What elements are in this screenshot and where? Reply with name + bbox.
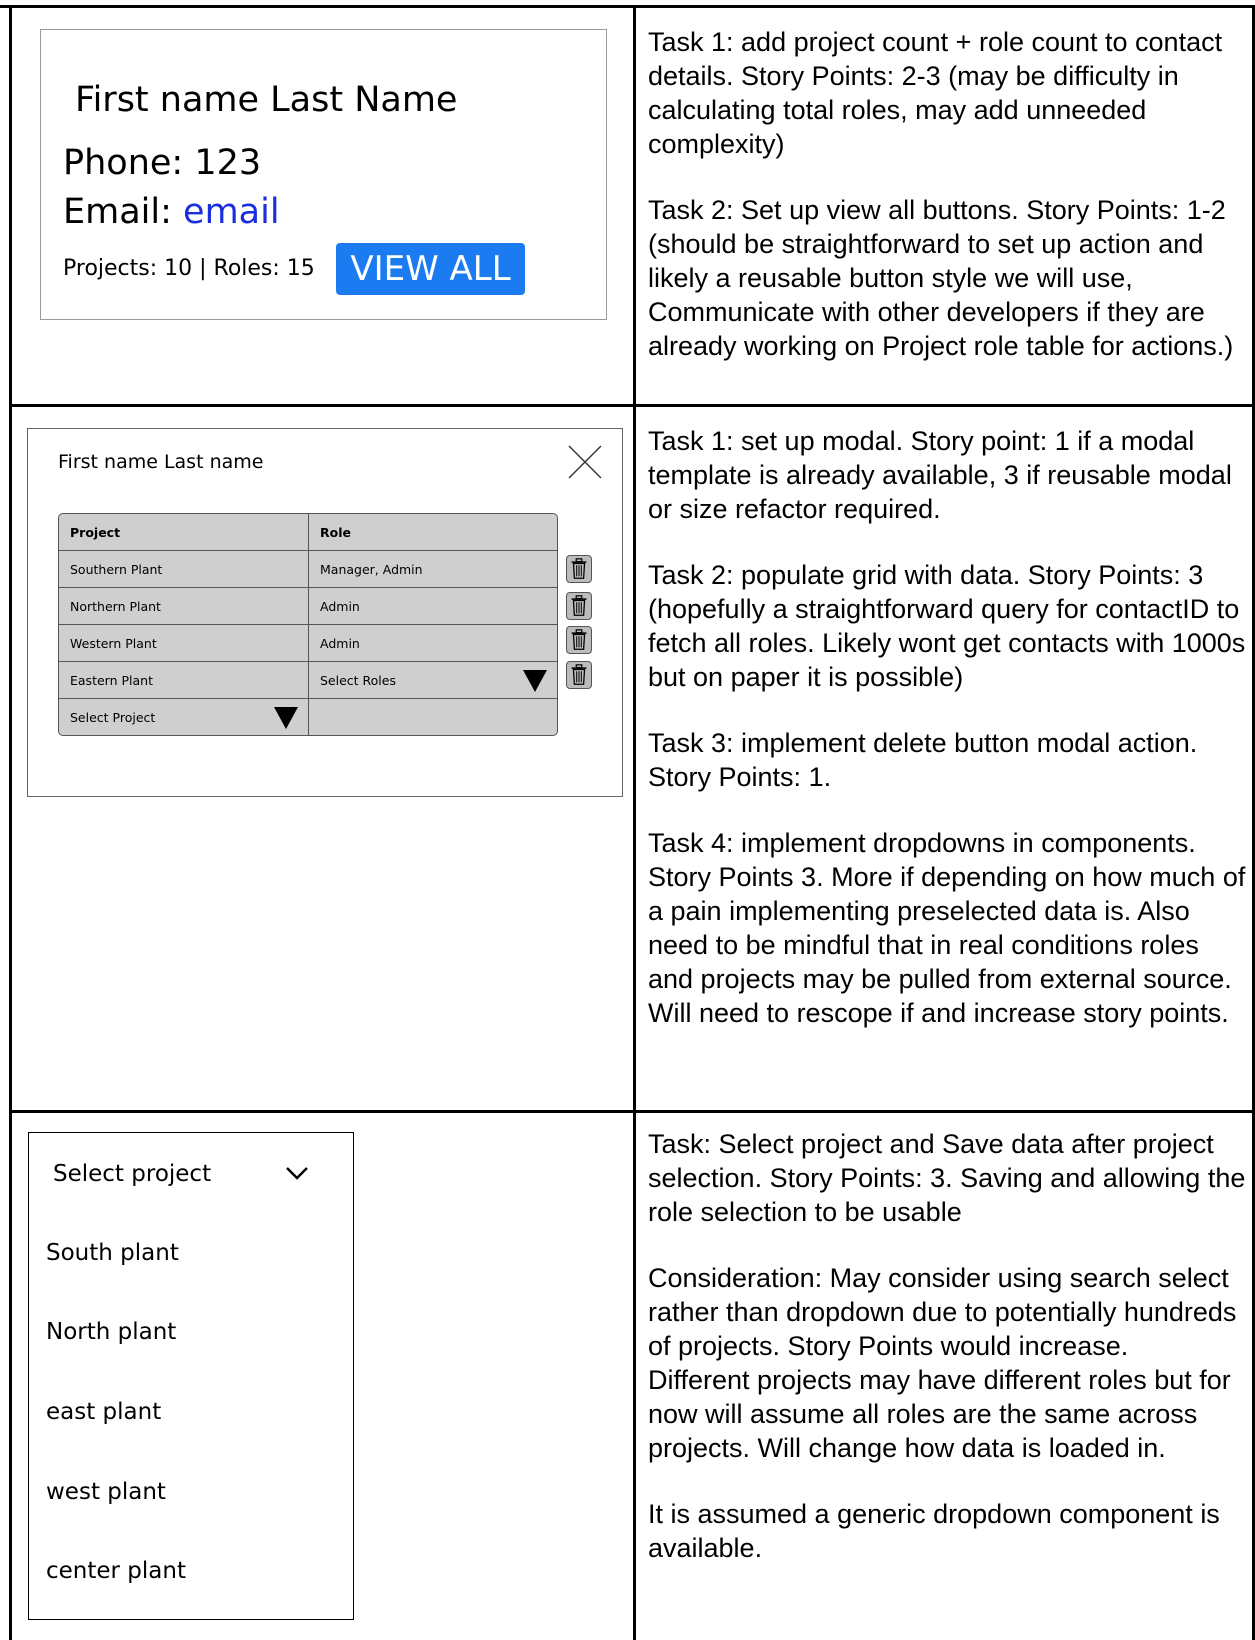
project-cell: Western Plant [70,635,157,651]
trash-icon[interactable] [566,661,592,689]
select-project-dropdown[interactable]: Select Project [59,699,308,735]
table-row: Southern Plant Manager, Admin [59,550,557,587]
table-row: Eastern Plant Select Roles [59,661,557,698]
contact-card: First name Last Name Phone: 123 Email: e… [40,29,607,320]
note-text: It is assumed a generic dropdown compone… [648,1499,1220,1563]
column-divider [633,5,636,1640]
dropdown-option[interactable]: west plant [46,1479,166,1505]
note-text: Task: Select project and Save data after… [648,1129,1246,1227]
contact-name: First name Last Name [75,80,458,120]
modal-title: First name Last name [58,451,264,473]
triangle-down-icon[interactable] [523,670,547,692]
view-all-button[interactable]: VIEW ALL [336,243,525,295]
role-cell: Admin [308,588,557,624]
select-project-label: Select Project [70,709,156,725]
header-project: Project [70,524,121,540]
close-icon[interactable] [568,445,602,479]
table-row: Western Plant Admin [59,624,557,661]
contact-email: Email: email [63,192,280,232]
role-cell: Manager, Admin [308,551,557,587]
trash-icon[interactable] [566,555,592,583]
project-role-grid: Project Role Southern Plant Manager, Adm… [58,513,558,736]
project-dropdown: Select project South plant North plant e… [28,1132,354,1620]
project-cell: Eastern Plant [70,672,153,688]
project-cell: Northern Plant [70,598,161,614]
dropdown-option[interactable]: east plant [46,1399,161,1425]
border-top [0,5,1255,8]
dropdown-option[interactable]: North plant [46,1319,176,1345]
select-roles-dropdown[interactable]: Select Roles [308,662,557,698]
note-text: Different projects may have different ro… [648,1365,1231,1463]
trash-icon[interactable] [566,592,592,620]
triangle-down-icon[interactable] [274,707,298,729]
project-roles-modal: First name Last name Project Role Southe… [27,428,623,797]
role-cell [308,699,557,735]
contact-phone: Phone: 123 [63,143,262,183]
table-row: Select Project [59,698,557,735]
header-role: Role [308,514,557,550]
project-cell: Southern Plant [70,561,163,577]
border-left [9,5,12,1640]
note-text: Consideration: May consider using search… [648,1263,1237,1361]
project-role-counts: Projects: 10 | Roles: 15 [63,256,315,281]
section1-notes: Task 1: add project count + role count t… [648,25,1248,363]
row-divider-1 [9,404,1255,407]
email-label: Email: [63,192,184,232]
row-divider-2 [9,1110,1255,1113]
trash-icon[interactable] [566,626,592,654]
email-link[interactable]: email [183,192,280,232]
chevron-down-icon[interactable] [284,1163,310,1183]
note-text: Task 2: Set up view all buttons. Story P… [648,195,1234,361]
section3-notes: Task: Select project and Save data after… [648,1127,1248,1565]
dropdown-label[interactable]: Select project [53,1161,211,1187]
dropdown-option[interactable]: South plant [46,1240,179,1266]
dropdown-option[interactable]: center plant [46,1558,186,1584]
note-text: Task 4: implement dropdowns in component… [648,828,1246,1028]
table-row: Northern Plant Admin [59,587,557,624]
wireframe-document-table: First name Last Name Phone: 123 Email: e… [0,0,1255,1640]
role-cell: Admin [308,625,557,661]
note-text: Task 1: add project count + role count t… [648,27,1223,159]
grid-header-row: Project Role [59,514,557,550]
section2-notes: Task 1: set up modal. Story point: 1 if … [648,424,1248,1030]
note-text: Task 1: set up modal. Story point: 1 if … [648,426,1232,524]
note-text: Task 3: implement delete button modal ac… [648,728,1198,792]
select-roles-label: Select Roles [320,672,396,688]
note-text: Task 2: populate grid with data. Story P… [648,560,1246,692]
